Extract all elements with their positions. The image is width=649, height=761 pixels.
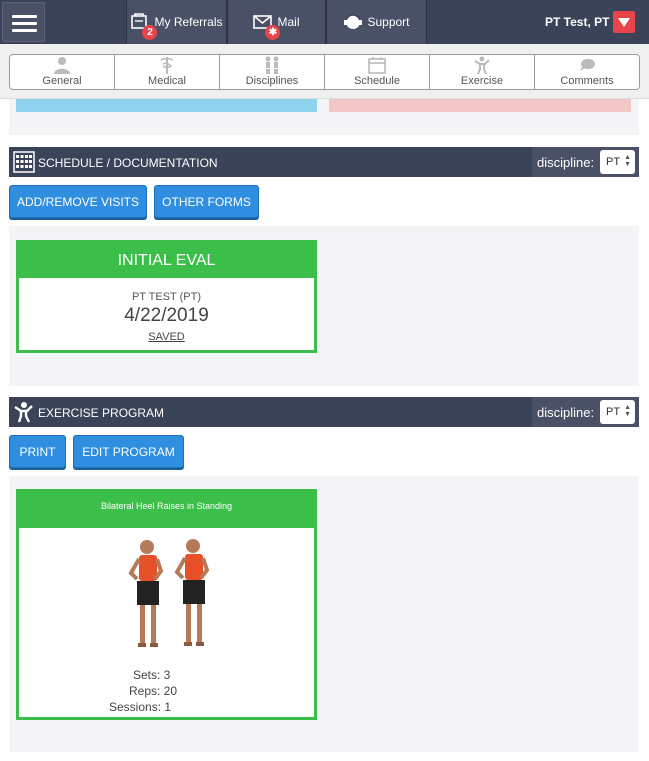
- calendar-icon: [368, 57, 386, 74]
- tab-schedule[interactable]: Schedule: [325, 55, 430, 89]
- add-remove-visits-button[interactable]: ADD/REMOVE VISITS: [9, 185, 147, 218]
- nav-label: Mail: [277, 15, 300, 29]
- tab-label: Medical: [148, 75, 186, 87]
- discipline-filter: discipline: PT ▲ ▼: [532, 397, 639, 427]
- exercise-card[interactable]: Bilateral Heel Raises in Standing Sets: …: [16, 489, 317, 720]
- edit-program-button[interactable]: EDIT PROGRAM: [73, 435, 184, 468]
- exercise-sessions: Sessions: 1: [109, 700, 172, 714]
- tab-label: Comments: [560, 75, 614, 87]
- tab-general[interactable]: General: [10, 55, 115, 89]
- nav-mail[interactable]: ✱ Mail: [227, 0, 326, 44]
- hamburger-menu-button[interactable]: [2, 2, 45, 42]
- user-name[interactable]: PT Test, PT: [545, 15, 609, 29]
- visit-date: 4/22/2019: [124, 305, 209, 326]
- person-icon: [54, 57, 70, 74]
- user-menu-dropdown-icon[interactable]: [613, 11, 635, 33]
- discipline-value: PT: [606, 406, 621, 418]
- caduceus-icon: [160, 57, 174, 74]
- subnav-container: General Medical Disciplines Schedule Exe…: [0, 44, 649, 99]
- tab-comments[interactable]: Comments: [535, 55, 639, 89]
- visit-type: INITIAL EVAL: [19, 243, 314, 278]
- mail-badge: ✱: [265, 25, 281, 40]
- status-strip-pink: [329, 99, 631, 112]
- people-icon: [265, 56, 279, 74]
- tab-disciplines[interactable]: Disciplines: [220, 55, 325, 89]
- referrals-icon: 2: [130, 13, 158, 40]
- nav-label: My Referrals: [154, 15, 223, 29]
- discipline-value: PT: [606, 156, 621, 168]
- nav-label: Support: [367, 15, 410, 29]
- select-arrows-icon: ▲ ▼: [624, 154, 631, 168]
- schedule-section-header: SCHEDULE / DOCUMENTATION discipline: PT …: [9, 147, 639, 177]
- tab-exercise[interactable]: Exercise: [430, 55, 535, 89]
- tab-label: General: [42, 75, 82, 87]
- tab-medical[interactable]: Medical: [115, 55, 220, 89]
- referrals-badge: 2: [142, 25, 158, 40]
- discipline-label: discipline:: [537, 405, 595, 420]
- nav-my-referrals[interactable]: 2 My Referrals: [126, 0, 227, 44]
- exercise-reps: Reps: 20: [129, 684, 178, 698]
- exercise-icon: [474, 56, 490, 74]
- exercise-sets: Sets: 3: [133, 668, 171, 682]
- tab-label: Disciplines: [245, 75, 299, 87]
- nav-support[interactable]: Support: [326, 0, 427, 44]
- exercise-name: Bilateral Heel Raises in Standing: [19, 492, 314, 528]
- top-navbar: 2 My Referrals ✱ Mail Support PT Test, P…: [0, 0, 649, 44]
- print-button[interactable]: PRINT: [9, 435, 66, 468]
- support-icon: [343, 13, 363, 31]
- tab-label: Exercise: [460, 75, 504, 87]
- discipline-select[interactable]: PT ▲ ▼: [600, 400, 635, 424]
- section-title: SCHEDULE / DOCUMENTATION: [38, 156, 218, 170]
- select-arrows-icon: ▲ ▼: [624, 404, 631, 418]
- discipline-filter: discipline: PT ▲ ▼: [532, 147, 639, 177]
- visit-status-link[interactable]: SAVED: [19, 331, 314, 343]
- visit-card[interactable]: INITIAL EVAL PT TEST (PT) 4/22/2019 SAVE…: [16, 240, 317, 353]
- calendar-grid-icon: [13, 151, 35, 173]
- exercise-illustration: [128, 539, 210, 647]
- visit-clinician: PT TEST (PT): [131, 291, 202, 303]
- chat-icon: [580, 59, 595, 71]
- section-title: EXERCISE PROGRAM: [38, 406, 165, 420]
- discipline-select[interactable]: PT ▲ ▼: [600, 150, 635, 174]
- exercise-section-header: EXERCISE PROGRAM discipline: PT ▲ ▼: [9, 397, 639, 427]
- status-strip-blue: [16, 99, 317, 112]
- mail-icon: ✱: [253, 13, 281, 40]
- discipline-label: discipline:: [537, 155, 595, 170]
- other-forms-button[interactable]: OTHER FORMS: [154, 185, 259, 218]
- exercise-icon: [14, 402, 33, 423]
- record-tabs: General Medical Disciplines Schedule Exe…: [9, 54, 640, 90]
- tab-label: Schedule: [354, 75, 400, 87]
